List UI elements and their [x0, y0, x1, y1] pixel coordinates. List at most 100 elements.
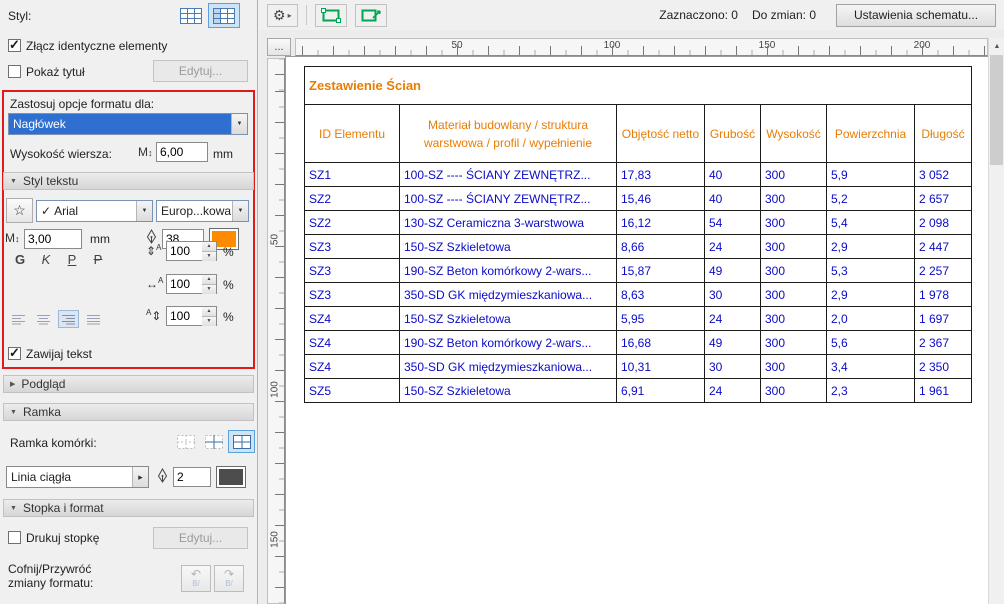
- bold-button[interactable]: G: [8, 248, 32, 270]
- table-row[interactable]: SZ2100-SZ ---- ŚCIANY ZEWNĘTRZ...15,4640…: [305, 187, 972, 211]
- table-cell[interactable]: 300: [761, 283, 827, 307]
- edit-footer-button[interactable]: Edytuj...: [153, 527, 248, 549]
- stepper-arrows[interactable]: ▲▼: [202, 306, 217, 326]
- grid-style-header-button[interactable]: [208, 3, 240, 28]
- table-cell[interactable]: 2 447: [915, 235, 972, 259]
- table-cell[interactable]: 24: [705, 307, 761, 331]
- table-cell[interactable]: 150-SZ Szkieletowa: [400, 235, 617, 259]
- table-cell[interactable]: 2,3: [827, 379, 915, 403]
- align-left-button[interactable]: [8, 310, 29, 328]
- arrow-up-icon[interactable]: ▲: [202, 275, 216, 284]
- table-cell[interactable]: 150-SZ Szkieletowa: [400, 379, 617, 403]
- chevron-down-icon[interactable]: ▼: [232, 201, 248, 221]
- arrow-up-icon[interactable]: ▲: [202, 242, 216, 251]
- table-cell[interactable]: 300: [761, 259, 827, 283]
- table-cell[interactable]: SZ4: [305, 331, 400, 355]
- line-type-dropdown[interactable]: Linia ciągła ▸: [6, 466, 149, 488]
- table-cell[interactable]: 49: [705, 259, 761, 283]
- table-cell[interactable]: 3,4: [827, 355, 915, 379]
- table-cell[interactable]: 300: [761, 355, 827, 379]
- border-all-button[interactable]: [228, 430, 255, 453]
- table-cell[interactable]: 350-SD GK międzymieszkaniowa...: [400, 283, 617, 307]
- table-row[interactable]: SZ4150-SZ Szkieletowa5,95243002,01 697: [305, 307, 972, 331]
- section-footer[interactable]: ▼ Stopka i format: [3, 499, 254, 517]
- char-spacing-input[interactable]: [166, 241, 202, 261]
- column-header[interactable]: Grubość: [705, 105, 761, 163]
- arrow-down-icon[interactable]: ▼: [202, 251, 216, 261]
- table-cell[interactable]: SZ2: [305, 211, 400, 235]
- table-cell[interactable]: 300: [761, 211, 827, 235]
- table-cell[interactable]: 190-SZ Beton komórkowy 2-wars...: [400, 259, 617, 283]
- table-cell[interactable]: 6,91: [617, 379, 705, 403]
- grid-style-plain-button[interactable]: [175, 3, 207, 28]
- font-dropdown[interactable]: ✓ Arial ▼: [36, 200, 153, 222]
- scrollbar-thumb[interactable]: [990, 55, 1003, 165]
- frame-pen-color-swatch[interactable]: [216, 466, 246, 488]
- table-cell[interactable]: 2,0: [827, 307, 915, 331]
- edit-title-button[interactable]: Edytuj...: [153, 60, 248, 82]
- table-row[interactable]: SZ1100-SZ ---- ŚCIANY ZEWNĘTRZ...17,8340…: [305, 163, 972, 187]
- frame-pen-input[interactable]: [173, 467, 211, 487]
- table-cell[interactable]: 190-SZ Beton komórkowy 2-wars...: [400, 331, 617, 355]
- align-right-button[interactable]: [58, 310, 79, 328]
- table-cell[interactable]: 5,4: [827, 211, 915, 235]
- schema-settings-button[interactable]: Ustawienia schematu...: [836, 4, 996, 27]
- table-row[interactable]: SZ3350-SD GK międzymieszkaniowa...8,6330…: [305, 283, 972, 307]
- table-cell[interactable]: SZ4: [305, 355, 400, 379]
- table-cell[interactable]: 30: [705, 283, 761, 307]
- table-cell[interactable]: 40: [705, 163, 761, 187]
- table-cell[interactable]: 40: [705, 187, 761, 211]
- stepper-arrows[interactable]: ▲▼: [202, 274, 217, 294]
- underline-button[interactable]: P: [60, 248, 84, 270]
- table-cell[interactable]: 30: [705, 355, 761, 379]
- table-cell[interactable]: 3 052: [915, 163, 972, 187]
- ruler-options-button[interactable]: ...: [267, 38, 291, 56]
- column-header[interactable]: ID Elementu: [305, 105, 400, 163]
- table-cell[interactable]: 16,68: [617, 331, 705, 355]
- table-cell[interactable]: 10,31: [617, 355, 705, 379]
- line-spacing-stepper[interactable]: ▲▼: [166, 306, 217, 326]
- table-row[interactable]: SZ3190-SZ Beton komórkowy 2-wars...15,87…: [305, 259, 972, 283]
- table-cell[interactable]: SZ3: [305, 259, 400, 283]
- border-none-button[interactable]: [172, 430, 199, 453]
- table-cell[interactable]: 8,63: [617, 283, 705, 307]
- table-cell[interactable]: 300: [761, 331, 827, 355]
- table-cell[interactable]: 350-SD GK międzymieszkaniowa...: [400, 355, 617, 379]
- table-cell[interactable]: 17,83: [617, 163, 705, 187]
- show-title-checkbox[interactable]: [8, 65, 21, 78]
- line-spacing-input[interactable]: [166, 306, 202, 326]
- table-cell[interactable]: 2,9: [827, 235, 915, 259]
- strikethrough-button[interactable]: P: [86, 248, 110, 270]
- table-cell[interactable]: 2 657: [915, 187, 972, 211]
- table-cell[interactable]: 5,2: [827, 187, 915, 211]
- table-cell[interactable]: 15,87: [617, 259, 705, 283]
- stepper-arrows[interactable]: ▲▼: [202, 241, 217, 261]
- table-cell[interactable]: SZ3: [305, 283, 400, 307]
- table-cell[interactable]: 5,95: [617, 307, 705, 331]
- select-items-button[interactable]: [315, 4, 347, 27]
- table-cell[interactable]: 15,46: [617, 187, 705, 211]
- format-target-dropdown[interactable]: Nagłówek ▼: [8, 113, 248, 135]
- schedule-settings-popup-button[interactable]: ⚙ ▸: [267, 4, 298, 27]
- table-cell[interactable]: 8,66: [617, 235, 705, 259]
- width-factor-input[interactable]: [166, 274, 202, 294]
- table-cell[interactable]: 2 257: [915, 259, 972, 283]
- column-header[interactable]: Wysokość: [761, 105, 827, 163]
- table-cell[interactable]: 300: [761, 379, 827, 403]
- table-cell[interactable]: 2 367: [915, 331, 972, 355]
- table-cell[interactable]: 100-SZ ---- ŚCIANY ZEWNĘTRZ...: [400, 163, 617, 187]
- table-cell[interactable]: SZ4: [305, 307, 400, 331]
- table-cell[interactable]: 5,3: [827, 259, 915, 283]
- column-header[interactable]: Materiał budowlany / struktura warstwowa…: [400, 105, 617, 163]
- table-cell[interactable]: 300: [761, 163, 827, 187]
- table-cell[interactable]: SZ1: [305, 163, 400, 187]
- table-row[interactable]: SZ4190-SZ Beton komórkowy 2-wars...16,68…: [305, 331, 972, 355]
- flyout-arrow-icon[interactable]: ▸: [132, 467, 148, 487]
- merge-identical-checkbox[interactable]: [8, 39, 21, 52]
- table-cell[interactable]: SZ3: [305, 235, 400, 259]
- table-cell[interactable]: 1 961: [915, 379, 972, 403]
- table-row[interactable]: SZ2130-SZ Ceramiczna 3-warstwowa16,12543…: [305, 211, 972, 235]
- arrow-up-icon[interactable]: ▲: [202, 307, 216, 316]
- chevron-down-icon[interactable]: ▼: [231, 114, 247, 134]
- width-factor-stepper[interactable]: ▲▼: [166, 274, 217, 294]
